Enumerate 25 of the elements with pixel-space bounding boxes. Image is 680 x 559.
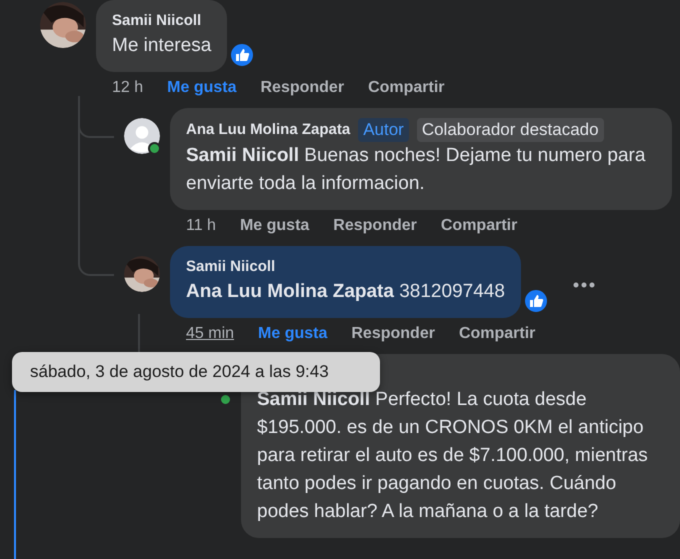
like-link[interactable]: Me gusta: [258, 325, 328, 343]
like-link[interactable]: Me gusta: [240, 217, 310, 235]
author-badge: Autor: [358, 118, 409, 142]
like-link[interactable]: Me gusta: [167, 79, 236, 97]
contributor-badge: Colaborador destacado: [416, 118, 604, 142]
reply-link[interactable]: Responder: [333, 217, 417, 235]
timestamp-link[interactable]: 11 h: [186, 217, 216, 235]
comment-text: Me interesa: [112, 34, 212, 58]
reply-link[interactable]: Responder: [351, 325, 435, 343]
reply-link[interactable]: Responder: [260, 79, 344, 97]
author-name[interactable]: Samii Niicoll: [112, 10, 202, 32]
comment-text: Samii Niicoll Buenas noches! Dejame tu numero para enviarte toda la informacion.: [186, 144, 646, 196]
like-icon[interactable]: [229, 42, 256, 68]
date-tooltip: sábado, 3 de agosto de 2024 a las 9:43: [12, 352, 380, 392]
author-name[interactable]: Ana Luu Molina Zapata: [186, 119, 350, 141]
avatar-icon: [124, 118, 160, 154]
share-link[interactable]: Compartir: [458, 325, 536, 343]
more-icon[interactable]: [572, 282, 595, 288]
share-link[interactable]: Compartir: [368, 79, 445, 97]
like-icon[interactable]: [522, 288, 549, 314]
author-name[interactable]: Samii Niicoll: [186, 256, 276, 278]
timestamp-link[interactable]: 45 min: [186, 325, 234, 343]
comment-text: Ana Luu Molina Zapata 3812097448: [186, 280, 505, 304]
timestamp-link[interactable]: 12 h: [112, 79, 144, 97]
share-link[interactable]: Compartir: [440, 217, 518, 235]
